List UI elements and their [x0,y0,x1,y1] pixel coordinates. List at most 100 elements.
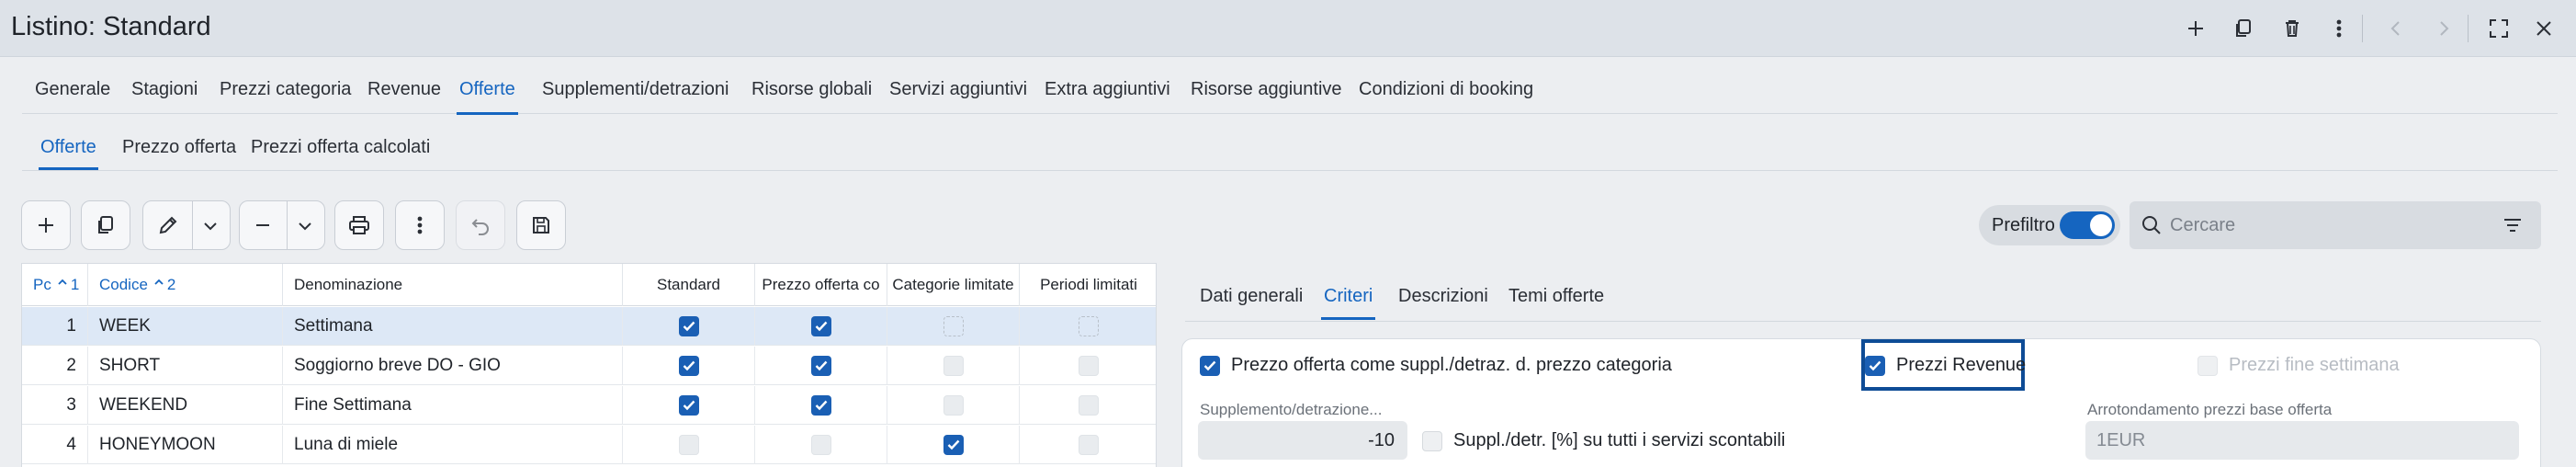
categorie-limitate-checkbox[interactable] [943,316,964,336]
chevron-left-icon[interactable] [2381,14,2411,43]
subtab-prezzo-offerta[interactable]: Prezzo offerta [122,137,236,158]
arrotondamento-field[interactable]: 1EUR [2085,421,2519,460]
search-input[interactable]: Cercare [2170,215,2235,236]
row-code: WEEKEND [88,386,283,425]
prezzi-fine-settimana-option[interactable]: Prezzi fine settimana [2198,355,2400,376]
pencil-icon[interactable] [158,215,178,240]
fullscreen-icon[interactable] [2484,14,2514,43]
tab-stagioni[interactable]: Stagioni [131,79,198,100]
periodi-limitati-checkbox[interactable] [1079,356,1099,376]
categorie-limitate-checkbox[interactable] [943,435,964,455]
sort-asc-icon [154,279,164,285]
tab-extra-aggiuntivi[interactable]: Extra aggiuntivi [1045,79,1170,100]
row-code: SHORT [88,347,283,385]
tab-dati-generali[interactable]: Dati generali [1200,286,1303,307]
filter-icon[interactable] [2503,216,2523,239]
tab-risorse-aggiuntive[interactable]: Risorse aggiuntive [1191,79,1342,100]
column-header-pc[interactable]: Pc 1 [22,264,88,306]
prezzo-offerta-checkbox[interactable] [1200,355,1220,376]
prezzi-revenue-checkbox[interactable] [1865,355,1885,376]
column-header-categorie-limitate[interactable]: Categorie limitate [887,264,1020,306]
more-vertical-icon[interactable] [2324,14,2354,43]
prefilter-toggle[interactable]: Prefiltro [1979,205,2120,245]
tab-generale[interactable]: Generale [35,79,110,100]
plus-icon [39,218,53,233]
periodi-limitati-checkbox[interactable] [1079,395,1099,416]
main-tabs: Generale Stagioni Prezzi categoria Reven… [22,57,2558,115]
subtab-prezzi-offerta-calcolati[interactable]: Prezzi offerta calcolati [251,137,430,158]
tab-supplementi-detrazioni[interactable]: Supplementi/detrazioni [542,79,729,100]
tab-prezzi-categoria[interactable]: Prezzi categoria [220,79,351,100]
periodi-limitati-checkbox[interactable] [1079,435,1099,455]
table-row[interactable]: 2 SHORT Soggiorno breve DO - GIO [22,347,1156,385]
chevron-down-icon[interactable] [201,217,220,240]
remove-split-button[interactable] [239,200,325,250]
column-header-denominazione[interactable]: Denominazione [283,264,623,306]
prezzi-fine-settimana-checkbox[interactable] [2198,355,2218,376]
categorie-limitate-checkbox[interactable] [943,395,964,416]
prezzo-offerta-label: Prezzo offerta come suppl./detraz. d. pr… [1231,355,1672,375]
save-button[interactable] [516,200,566,250]
prezzo-offerta-checkbox[interactable] [810,316,831,336]
add-icon[interactable] [2181,14,2210,43]
copy-button[interactable] [81,200,130,250]
prezzo-offerta-checkbox[interactable] [810,356,831,376]
table-row[interactable]: 3 WEEKEND Fine Settimana [22,386,1156,425]
more-button[interactable] [395,200,445,250]
window-titlebar: Listino: Standard [0,0,2576,57]
add-button[interactable] [21,200,71,250]
column-header-periodi-limitati[interactable]: Periodi limitati [1020,264,1156,306]
undo-button[interactable] [456,200,505,250]
cell-periodi-limitati [1020,426,1156,464]
minus-icon[interactable] [253,215,273,240]
tab-revenue[interactable]: Revenue [367,79,441,100]
edit-split-button[interactable] [142,200,231,250]
prezzi-fine-settimana-label: Prezzi fine settimana [2229,355,2400,375]
tab-risorse-globali[interactable]: Risorse globali [751,79,872,100]
trash-icon[interactable] [2277,14,2307,43]
row-name: Fine Settimana [283,386,623,425]
copy-icon[interactable] [2229,14,2258,43]
column-header-prezzo-offerta[interactable]: Prezzo offerta co [755,264,887,306]
table-row[interactable]: 1 WEEK Settimana [22,307,1156,346]
chevron-right-icon[interactable] [2429,14,2458,43]
tab-condizioni-di-booking[interactable]: Condizioni di booking [1359,79,1533,100]
tab-criteri[interactable]: Criteri [1321,286,1376,320]
prezzo-offerta-checkbox[interactable] [810,395,831,416]
cell-standard [623,426,755,464]
prezzi-revenue-option[interactable]: Prezzi Revenue [1865,355,2026,376]
column-header-codice[interactable]: Codice 2 [88,264,283,306]
titlebar-divider [2362,15,2363,42]
search-box[interactable]: Cercare [2130,201,2541,249]
prezzo-offerta-checkbox[interactable] [810,435,831,455]
split-divider [192,201,193,249]
tab-servizi-aggiuntivi[interactable]: Servizi aggiuntivi [889,79,1027,100]
cell-prezzo-offerta [755,307,887,346]
cell-standard [623,347,755,385]
suppl-percent-option[interactable]: Suppl./detr. [%] su tutti i servizi scon… [1422,430,1785,451]
close-icon[interactable] [2529,14,2559,43]
tab-offerte[interactable]: Offerte [457,79,518,115]
sub-tabs: Offerte Prezzo offerta Prezzi offerta ca… [22,114,2558,171]
prefilter-switch[interactable] [2060,211,2115,239]
tab-temi-offerte[interactable]: Temi offerte [1508,286,1604,307]
standard-checkbox[interactable] [678,435,699,455]
active-subtab-indicator [39,167,98,170]
tab-descrizioni[interactable]: Descrizioni [1398,286,1488,307]
categorie-limitate-checkbox[interactable] [943,356,964,376]
periodi-limitati-checkbox[interactable] [1079,316,1099,336]
detail-tabs: Dati generali Criteri Descrizioni Temi o… [1185,272,2541,322]
subtab-offerte[interactable]: Offerte [39,137,98,170]
cell-periodi-limitati [1020,347,1156,385]
standard-checkbox[interactable] [678,356,699,376]
row-name: Luna di miele [283,426,623,464]
print-button[interactable] [334,200,384,250]
prezzo-offerta-option[interactable]: Prezzo offerta come suppl./detraz. d. pr… [1200,355,1672,376]
supplemento-field[interactable]: -10 [1198,421,1407,460]
table-row[interactable]: 4 HONEYMOON Luna di miele [22,426,1156,464]
column-header-standard[interactable]: Standard [623,264,755,306]
standard-checkbox[interactable] [678,316,699,336]
chevron-down-icon[interactable] [296,217,314,240]
suppl-percent-checkbox[interactable] [1422,430,1442,451]
standard-checkbox[interactable] [678,395,699,416]
